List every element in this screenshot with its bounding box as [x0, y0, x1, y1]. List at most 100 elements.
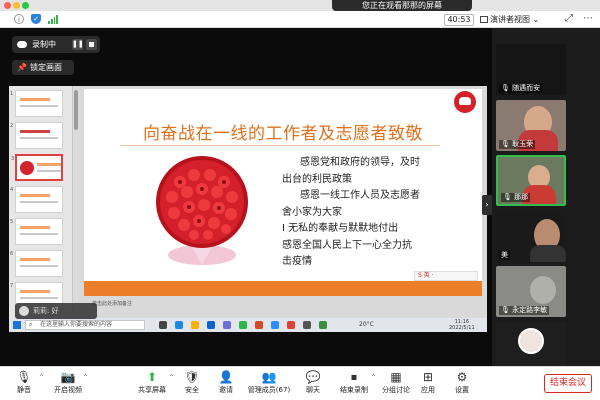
party-emblem-icon: [454, 91, 476, 113]
pause-recording-button[interactable]: ❚❚: [72, 39, 84, 50]
mail-icon[interactable]: [223, 321, 231, 329]
mute-button[interactable]: 🎙 静音 ^: [4, 370, 44, 398]
share-screen-button[interactable]: ⬆ 共享屏幕 ^: [130, 370, 174, 398]
notes-placeholder[interactable]: 单击此处添加备注: [84, 299, 482, 309]
edge-browser-icon[interactable]: [175, 321, 183, 329]
taskbar-clock[interactable]: 11:16 2022/5/11: [449, 319, 475, 331]
zoom-meeting-window: 您正在观看那那的屏幕 i ✓ 40:53 演讲者视图 ⌄ ⤢ ⋯ 录制中 ❚❚ …: [0, 0, 600, 400]
taskbar-search-placeholder: 在这里输入你要搜索的内容: [40, 321, 113, 328]
chat-preview-text: 莉莉: 好: [33, 307, 59, 315]
view-mode-button[interactable]: 演讲者视图 ⌄: [480, 14, 550, 26]
lock-screen-button[interactable]: 📌 锁定画面: [12, 60, 74, 75]
ime-toolbar[interactable]: S 英 ·: [414, 271, 478, 281]
gear-icon: ⚙: [456, 370, 468, 384]
app-icon[interactable]: [303, 321, 311, 329]
slide-thumbnail-selected[interactable]: 3: [11, 154, 63, 181]
stop-recording-toolbar-button[interactable]: ⏹ 结束录制 ^: [332, 370, 376, 398]
participant-name: 🎙 那那: [501, 193, 531, 202]
participant-name: 🎙 随遇而安: [499, 84, 543, 93]
participant-tile-active-speaker[interactable]: 🎙 那那: [496, 155, 566, 206]
participant-name: 🎙 耿玉荣: [499, 140, 536, 149]
title-underline: [120, 145, 440, 146]
weather-widget[interactable]: 20°C: [359, 320, 374, 330]
settings-label: 设置: [455, 386, 469, 394]
slide-thumbnail[interactable]: 1: [10, 90, 63, 117]
recording-indicator: 录制中 ❚❚: [12, 36, 100, 53]
chevron-up-icon[interactable]: ^: [83, 374, 88, 381]
participants-icon: 👥: [261, 370, 277, 384]
participant-tile[interactable]: 🎙 随遇而安: [496, 44, 566, 95]
close-window-button[interactable]: [4, 2, 11, 9]
meeting-controls-bar: 🎙 静音 ^ 📷 开启视频 ^ ⬆ 共享屏幕 ^ 🛡 安全 👤 邀请 👥 管理成…: [0, 366, 600, 400]
participant-tile[interactable]: 🎙 耿玉荣: [496, 100, 566, 151]
chat-preview-overlay[interactable]: 莉莉: 好: [15, 303, 97, 319]
search-icon: ⌕: [29, 321, 33, 328]
zoom-app-icon[interactable]: [271, 321, 279, 329]
invite-button[interactable]: 👤 邀请: [206, 370, 246, 398]
slide-title: 向奋战在一线的工作者及志愿者致敬: [143, 124, 423, 144]
thumbnail-number: 5: [10, 219, 14, 225]
window-titlebar: 您正在观看那那的屏幕: [0, 0, 600, 11]
slide-text-line: 感恩一线工作人员及志愿者: [300, 190, 420, 201]
taskbar-search-input[interactable]: ⌕ 在这里输入你要搜索的内容: [25, 320, 145, 330]
chat-button[interactable]: 💬 聊天: [293, 370, 333, 398]
thumbnail-number: 2: [10, 123, 14, 129]
participant-name: 🎙 永定路李敏: [499, 306, 550, 315]
thumbnail-number: 6: [10, 251, 14, 257]
file-explorer-icon[interactable]: [191, 321, 199, 329]
participant-gallery: 🎙 随遇而安 🎙 耿玉荣 🎙 那那 美 🎙 永定路李敏: [492, 28, 600, 373]
wechat-icon[interactable]: [239, 321, 247, 329]
settings-button[interactable]: ⚙ 设置: [442, 370, 482, 398]
thumbnail-number: 3: [11, 156, 15, 162]
recording-label: 录制中: [32, 40, 56, 49]
video-label: 开启视频: [54, 386, 82, 394]
windows-start-icon[interactable]: [13, 321, 21, 329]
chevron-up-icon[interactable]: ^: [39, 374, 44, 381]
participants-label: 管理成员(67): [247, 386, 291, 394]
slide-text-line: 出台的利民政策: [282, 173, 352, 185]
slide-thumbnail[interactable]: 5: [10, 218, 63, 245]
start-video-button[interactable]: 📷 开启视频 ^: [48, 370, 88, 398]
slide-text-line: I 无私的奉献与默默地付出: [282, 223, 399, 234]
slide-text-line: 感恩党和政府的领导，及时: [300, 157, 420, 168]
collapse-gallery-button[interactable]: ›: [482, 195, 492, 215]
grid-view-icon: [480, 16, 488, 23]
task-view-icon[interactable]: [159, 321, 167, 329]
slide-text-line: 舍小家为大家: [282, 206, 342, 218]
meeting-topbar: i ✓ 40:53 演讲者视图 ⌄ ⤢ ⋯: [0, 11, 600, 28]
slide-thumbnail-panel[interactable]: 1 2 3 4 5 6 7: [9, 86, 73, 318]
share-screen-icon: ⬆: [146, 370, 158, 384]
rose-bouquet-image: [156, 156, 248, 265]
slide-thumbnail[interactable]: 6: [10, 250, 63, 277]
avatar: [518, 328, 544, 354]
lock-screen-label: 锁定画面: [30, 63, 62, 72]
app-icon[interactable]: [287, 321, 295, 329]
encryption-shield-icon[interactable]: ✓: [31, 14, 41, 24]
participant-video: [530, 245, 566, 262]
minimize-window-button[interactable]: [13, 2, 20, 9]
thumbnail-scrollbar[interactable]: [73, 86, 79, 318]
zoom-window-button[interactable]: [22, 2, 29, 9]
slide-thumbnail[interactable]: 4: [10, 186, 63, 213]
thumbnail-number: 7: [10, 283, 14, 289]
stop-recording-button[interactable]: [86, 39, 97, 50]
store-icon[interactable]: [207, 321, 215, 329]
windows-taskbar: ⌕ 在这里输入你要搜索的内容 20°C 11:16 2022/5/11: [9, 318, 487, 332]
end-meeting-button[interactable]: 结束会议: [544, 374, 592, 393]
participant-name: 美: [499, 251, 510, 260]
taskbar-date: 2022/5/11: [449, 325, 475, 331]
network-signal-icon[interactable]: [48, 14, 58, 24]
participant-tile[interactable]: 🎙 永定路李敏: [496, 266, 566, 317]
participants-button[interactable]: 👥 管理成员(67): [246, 370, 292, 398]
app-icon[interactable]: [319, 321, 327, 329]
invite-label: 邀请: [219, 386, 233, 394]
cloud-record-icon: [17, 41, 27, 48]
more-options-icon[interactable]: ⋯: [582, 13, 594, 25]
meeting-info-icon[interactable]: i: [14, 14, 24, 24]
slide-thumbnail[interactable]: 2: [10, 122, 63, 149]
slide-text-line: 感恩全国人民上下一心全力抗: [282, 239, 412, 251]
slide-body-text: 感恩党和政府的领导，及时 出台的利民政策 感恩一线工作人员及志愿者 舍小家为大家…: [282, 155, 472, 271]
fullscreen-icon[interactable]: ⤢: [563, 13, 575, 25]
participant-tile[interactable]: 美: [496, 211, 566, 262]
powerpoint-icon[interactable]: [255, 321, 263, 329]
